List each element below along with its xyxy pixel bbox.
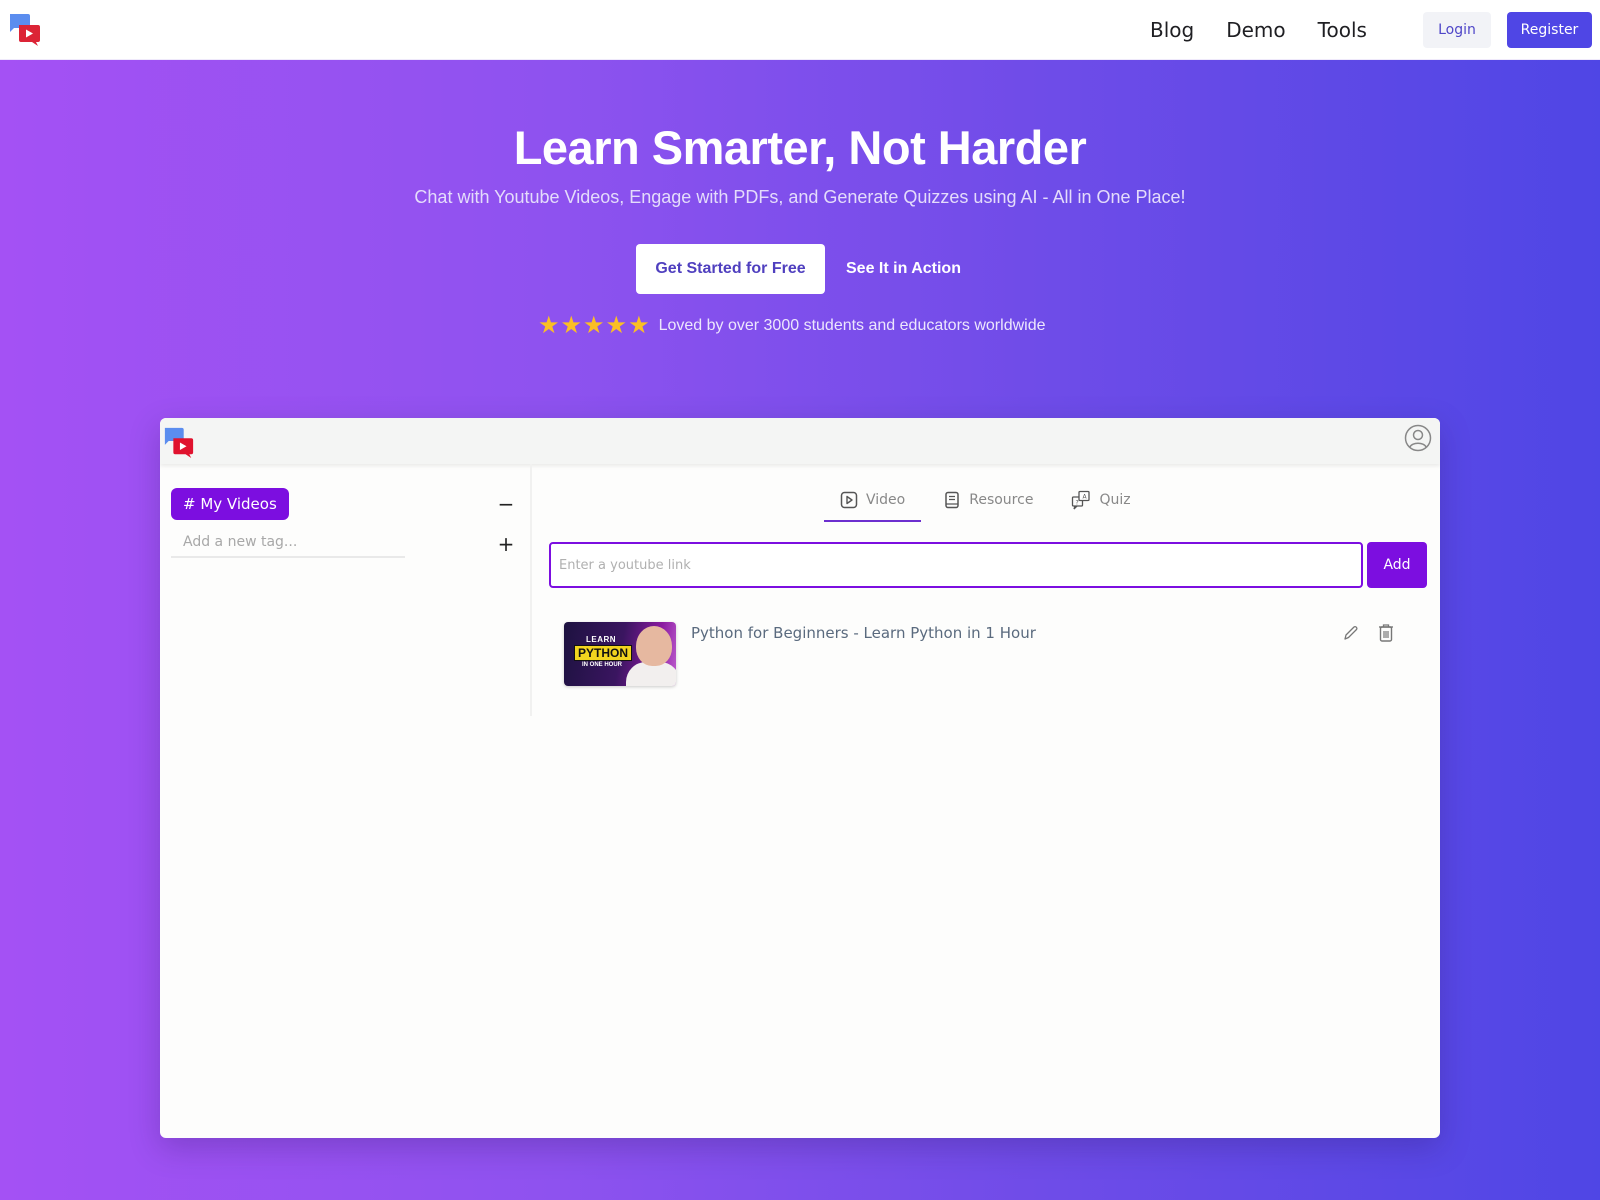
new-tag-input[interactable] xyxy=(171,528,405,558)
rating-text: Loved by over 3000 students and educator… xyxy=(658,317,1046,334)
app-logo-icon[interactable] xyxy=(163,426,195,458)
star-icon: ★ xyxy=(538,312,560,339)
tag-sidebar: # My Videos − + xyxy=(160,464,532,716)
star-icon: ★ xyxy=(583,312,605,339)
nav-tools-link[interactable]: Tools xyxy=(1318,18,1367,42)
book-icon xyxy=(945,491,959,509)
thumbnail-person-face xyxy=(636,626,672,666)
tab-video[interactable]: Video xyxy=(824,480,922,522)
tab-quiz-label: Quiz xyxy=(1099,492,1131,508)
rating-row: ★ ★ ★ ★ ★ Loved by over 3000 students an… xyxy=(538,314,1046,338)
thumbnail-text-hour: IN ONE HOUR xyxy=(582,662,623,668)
logo-icon[interactable] xyxy=(8,12,42,46)
youtube-link-input[interactable] xyxy=(549,542,1363,588)
content-tabs: Video Resource ? A Quiz xyxy=(824,480,1153,522)
trash-icon xyxy=(1379,624,1393,642)
star-icon: ★ xyxy=(560,312,583,339)
see-it-in-action-button[interactable]: See It in Action xyxy=(846,260,961,278)
tab-resource[interactable]: Resource xyxy=(927,480,1049,522)
get-started-button[interactable]: Get Started for Free xyxy=(636,244,825,294)
user-profile-icon[interactable] xyxy=(1404,424,1432,452)
thumbnail-text-learn: LEARN xyxy=(586,635,617,644)
video-list-item[interactable]: LEARN PYTHON IN ONE HOUR Python for Begi… xyxy=(564,622,1414,688)
video-play-icon xyxy=(840,491,858,509)
tab-resource-label: Resource xyxy=(969,492,1034,508)
add-video-button[interactable]: Add xyxy=(1367,542,1427,588)
cta-row: Get Started for Free See It in Action xyxy=(636,244,961,294)
video-title[interactable]: Python for Beginners - Learn Python in 1… xyxy=(691,624,1036,642)
tag-my-videos[interactable]: # My Videos xyxy=(171,488,289,520)
pencil-icon xyxy=(1344,626,1358,640)
add-tag-button[interactable]: + xyxy=(496,534,516,554)
thumbnail-text-python: PYTHON xyxy=(574,645,633,661)
register-button[interactable]: Register xyxy=(1507,12,1592,48)
star-icon: ★ xyxy=(605,312,628,339)
collapse-button[interactable]: − xyxy=(496,494,516,514)
star-icon: ★ xyxy=(628,312,650,339)
hero-title: Learn Smarter, Not Harder xyxy=(513,121,1087,174)
quiz-icon: ? A xyxy=(1072,490,1091,510)
nav-demo-link[interactable]: Demo xyxy=(1226,18,1285,42)
app-header xyxy=(160,418,1440,464)
app-preview: # My Videos − + Video Resource xyxy=(160,418,1440,1138)
edit-button[interactable] xyxy=(1341,624,1361,644)
hero-subtitle: Chat with Youtube Videos, Engage with PD… xyxy=(414,187,1186,207)
delete-button[interactable] xyxy=(1376,623,1396,645)
nav-blog-link[interactable]: Blog xyxy=(1150,18,1194,42)
tab-video-label: Video xyxy=(866,492,906,508)
svg-text:?: ? xyxy=(1076,500,1079,507)
tab-quiz[interactable]: ? A Quiz xyxy=(1055,480,1146,522)
nav-links: Blog Demo Tools xyxy=(1150,0,1399,60)
top-navbar: Blog Demo Tools Login Register xyxy=(0,0,1600,60)
login-button[interactable]: Login xyxy=(1423,12,1491,48)
video-thumbnail[interactable]: LEARN PYTHON IN ONE HOUR xyxy=(564,622,676,686)
